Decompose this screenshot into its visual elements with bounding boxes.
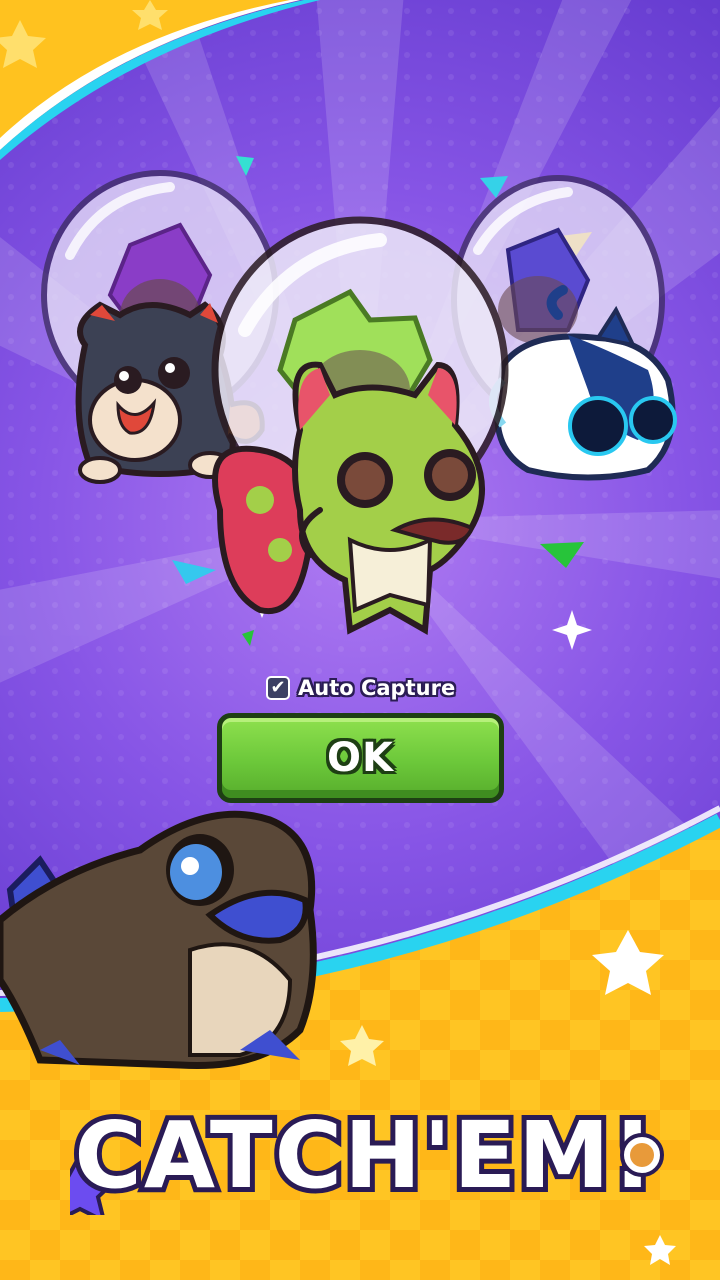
catch-em-logo: CATCH'EM! <box>70 1097 664 1215</box>
auto-capture-label: Auto Capture <box>298 676 456 700</box>
ok-button[interactable]: OK <box>217 713 504 803</box>
banner-title: CATCH'EM! <box>74 1102 655 1209</box>
green-cat-creature <box>211 216 509 635</box>
auto-capture-checkbox[interactable]: ✔ Auto Capture <box>266 674 455 702</box>
game-scene: ✔ Auto Capture OK CATCH'EM! <box>0 0 720 1280</box>
brown-platypus-creature <box>0 810 317 1070</box>
checkmark-icon[interactable]: ✔ <box>266 676 290 700</box>
ok-button-label: OK <box>327 735 394 781</box>
